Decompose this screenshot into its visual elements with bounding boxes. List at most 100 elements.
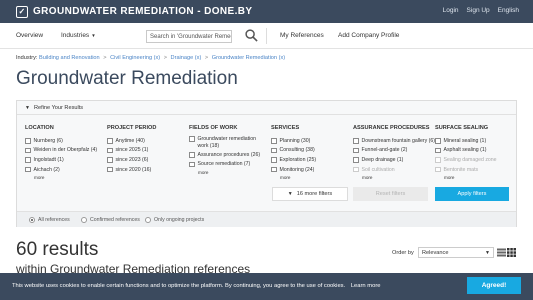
filter-option[interactable]: since 2023 (6) [107, 155, 156, 165]
filter-option[interactable]: Asphalt sealing (1) [435, 146, 497, 156]
chevron-down-icon: ▼ [485, 250, 490, 256]
filter-option[interactable]: Downstream fountain gallery (6) [353, 136, 435, 146]
more-filters-button[interactable]: ▼ 16 more filters [272, 187, 348, 201]
filter-option[interactable]: Assurance procedures (26) [189, 150, 264, 160]
filter-option[interactable]: Planning (30) [271, 136, 316, 146]
nav-industries[interactable]: Industries ▼ [61, 32, 96, 39]
filter-panel-toggle[interactable]: ▼ Refine Your Results [17, 101, 516, 115]
checkbox[interactable] [107, 166, 113, 173]
checkbox[interactable] [25, 157, 31, 163]
list-view-icon[interactable] [497, 248, 506, 257]
filter-group-title: LOCATION [25, 125, 54, 131]
filter-option[interactable]: since 2020 (16) [107, 165, 156, 175]
checkbox[interactable] [25, 138, 31, 144]
more-link[interactable]: more [362, 175, 435, 180]
checkbox[interactable] [435, 147, 441, 154]
filter-option-label: Nurnberg (6) [33, 137, 63, 144]
filter-option-disabled: Soil cultivation [353, 165, 435, 175]
cookie-banner: This website uses cookies to enable cert… [0, 273, 533, 300]
checkbox[interactable] [353, 147, 359, 154]
filter-option[interactable]: since 2025 (1) [107, 146, 156, 156]
filter-option[interactable]: Anytime (40) [107, 136, 156, 146]
breadcrumb-item[interactable]: Drainage (x) [171, 55, 202, 61]
filter-option-label: Soil cultivation [361, 166, 395, 173]
filter-option[interactable]: Mineral sealing (1) [435, 136, 497, 146]
filter-option[interactable]: Aichach (2) [25, 165, 97, 175]
filter-option-label: Assurance procedures (26) [197, 151, 261, 158]
language-link[interactable]: English [498, 7, 519, 14]
checkbox[interactable] [353, 138, 359, 144]
nav-my-references[interactable]: My References [280, 32, 324, 39]
more-link[interactable]: more [198, 170, 264, 175]
more-link[interactable]: more [280, 175, 316, 180]
filter-option[interactable]: Deep drainage (1) [353, 155, 435, 165]
signup-link[interactable]: Sign Up [467, 7, 490, 14]
reset-filters-button[interactable]: Reset filters [353, 187, 428, 201]
breadcrumb-item[interactable]: Civil Engineering (x) [110, 55, 160, 61]
more-link[interactable]: more [444, 175, 497, 180]
filter-option-label: Consulting (38) [279, 147, 315, 154]
apply-filters-button[interactable]: Apply filters [435, 187, 509, 201]
checkbox[interactable] [107, 147, 113, 154]
breadcrumb-item[interactable]: Groundwater Remediation (x) [212, 55, 285, 61]
checkbox[interactable] [271, 166, 277, 173]
search-input[interactable]: Search in 'Groundwater Remediation' [146, 30, 232, 43]
learn-more-link[interactable]: Learn more [351, 283, 381, 289]
filter-option-label: Mineral sealing (1) [443, 137, 487, 144]
filter-option[interactable]: Funnel-and-gate (2) [353, 146, 435, 156]
checkbox[interactable] [189, 161, 195, 168]
filter-option-label: since 2020 (16) [115, 166, 152, 173]
search-icon[interactable] [245, 29, 258, 42]
breadcrumb-label: Industry: [16, 55, 38, 61]
radio-all-references[interactable]: All references [29, 217, 70, 223]
filter-option-disabled: Bentonite mats [435, 165, 497, 175]
more-link[interactable]: more [34, 175, 97, 180]
filter-option-label: Weiden in der Oberpfalz (4) [33, 147, 98, 154]
filter-option[interactable]: Weiden in der Oberpfalz (4) [25, 146, 97, 156]
checkbox[interactable] [353, 157, 359, 163]
checkbox[interactable] [271, 157, 277, 163]
filter-option-label: Aichach (2) [33, 166, 60, 173]
checkbox[interactable] [189, 136, 195, 142]
main-nav: Overview Industries ▼ Search in 'Groundwa… [0, 23, 533, 49]
radio-button[interactable] [145, 217, 151, 223]
filter-group-fields-of-work: FIELDS OF WORK Groundwater remediation w… [189, 125, 264, 175]
filter-option[interactable]: Monitoring (24) [271, 165, 316, 175]
checkbox[interactable] [25, 166, 31, 173]
breadcrumb-item[interactable]: Building and Renovation [39, 55, 100, 61]
checkbox[interactable] [25, 147, 31, 154]
filter-option[interactable]: Consulting (38) [271, 146, 316, 156]
checkbox[interactable] [435, 138, 441, 144]
checkbox[interactable] [189, 152, 195, 158]
radio-button[interactable] [29, 217, 35, 223]
nav-add-company-profile[interactable]: Add Company Profile [338, 32, 399, 39]
checkbox[interactable] [107, 138, 113, 144]
chevron-down-icon: ▼ [91, 33, 96, 38]
cookie-text-wrap: This website uses cookies to enable cert… [12, 283, 380, 289]
checkbox[interactable] [271, 138, 277, 144]
filter-group-title: SURFACE SEALING [435, 125, 489, 131]
filter-option-label: Sealing damaged zone [443, 156, 497, 163]
checkbox[interactable] [107, 157, 113, 163]
brand-logo[interactable]: ✓ GROUNDWATER REMEDIATION - DONE.BY [16, 5, 253, 18]
radio-ongoing-projects[interactable]: Only ongoing projects [145, 217, 204, 223]
filter-option[interactable]: Exploration (25) [271, 155, 316, 165]
filter-option[interactable]: Nurnberg (6) [25, 136, 97, 146]
filter-option-label: since 2025 (1) [115, 147, 149, 154]
order-by-select[interactable]: Relevance ▼ [418, 247, 494, 258]
filter-option[interactable]: Ingolstadt (1) [25, 155, 97, 165]
login-link[interactable]: Login [443, 7, 459, 14]
filter-group-title: SERVICES [271, 125, 300, 131]
radio-confirmed-references[interactable]: Confirmed references [81, 217, 140, 223]
radio-button[interactable] [81, 217, 87, 223]
grid-view-icon[interactable] [507, 248, 516, 257]
nav-overview[interactable]: Overview [16, 32, 43, 39]
filter-panel-title: Refine Your Results [33, 105, 84, 111]
checkbox[interactable] [271, 147, 277, 154]
check-square-icon: ✓ [16, 5, 28, 18]
filter-option[interactable]: Source remediation (7) [189, 160, 264, 170]
reference-type-options: All references Confirmed references Only… [17, 211, 516, 227]
cookie-agree-button[interactable]: Agreed! [467, 277, 521, 294]
filter-option[interactable]: Groundwater remediation work (18) [189, 136, 264, 149]
page-title: Groundwater Remediation [16, 68, 238, 89]
